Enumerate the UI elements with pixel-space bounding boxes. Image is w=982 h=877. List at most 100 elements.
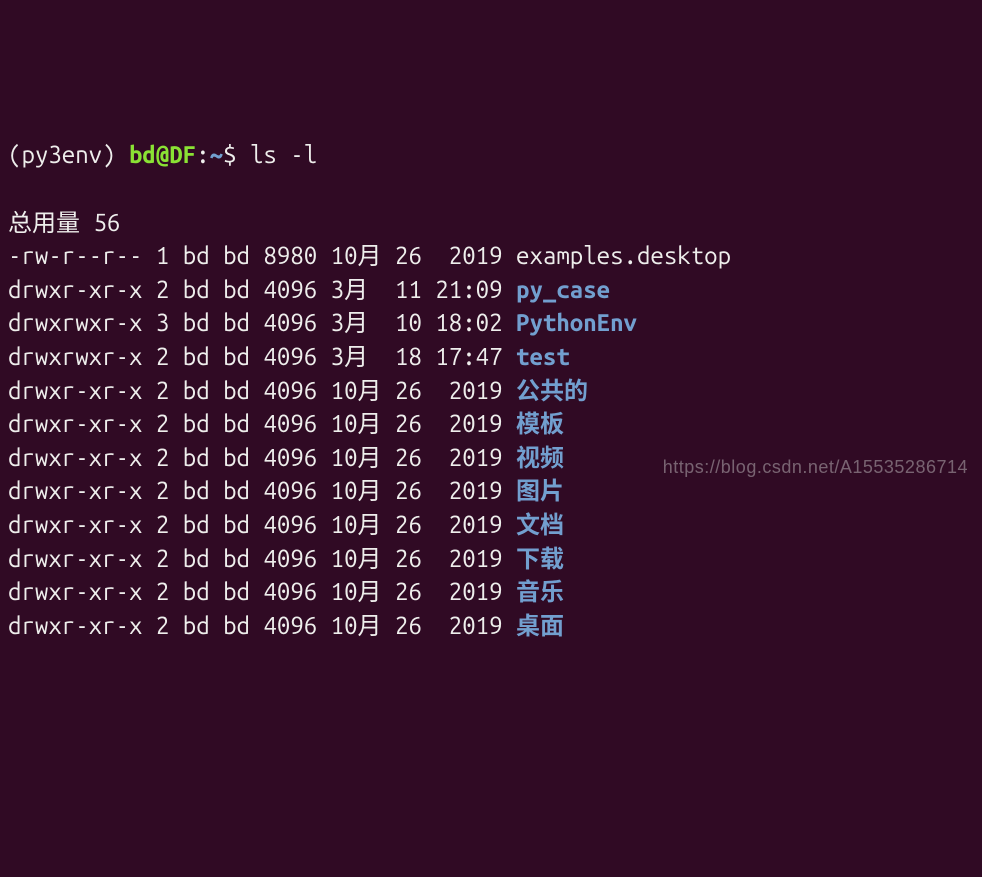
month: 3月: [331, 343, 382, 370]
size: 4096: [263, 477, 317, 504]
ls-row: drwxr-xr-x 2 bd bd 4096 10月 26 2019 公共的: [8, 374, 974, 408]
day: 26: [395, 545, 422, 572]
size: 4096: [263, 511, 317, 538]
day: 10: [395, 309, 422, 336]
permissions: drwxr-xr-x: [8, 612, 142, 639]
owner: bd: [183, 578, 210, 605]
permissions: drwxr-xr-x: [8, 444, 142, 471]
ls-row: drwxr-xr-x 2 bd bd 4096 10月 26 2019 文档: [8, 508, 974, 542]
day: 26: [395, 612, 422, 639]
ls-row: drwxr-xr-x 2 bd bd 4096 10月 26 2019 音乐: [8, 575, 974, 609]
ls-row: -rw-r--r-- 1 bd bd 8980 10月 26 2019 exam…: [8, 239, 974, 273]
filename-directory: 下载: [516, 545, 564, 572]
owner: bd: [183, 612, 210, 639]
owner: bd: [183, 477, 210, 504]
filename-directory: 文档: [516, 511, 564, 538]
ls-row: drwxrwxr-x 2 bd bd 4096 3月 18 17:47 test: [8, 340, 974, 374]
group: bd: [223, 511, 250, 538]
owner: bd: [183, 276, 210, 303]
day: 18: [395, 343, 422, 370]
filename-directory: PythonEnv: [516, 309, 637, 336]
link-count: 2: [156, 477, 169, 504]
ls-row: drwxr-xr-x 2 bd bd 4096 10月 26 2019 视频: [8, 441, 974, 475]
link-count: 3: [156, 309, 169, 336]
prompt-command: ls -l: [250, 141, 317, 168]
group: bd: [223, 242, 250, 269]
size: 4096: [263, 545, 317, 572]
ls-total-line: 总用量 56: [8, 209, 120, 236]
time-or-year: 21:09: [435, 276, 502, 303]
month: 10月: [331, 612, 382, 639]
time-or-year: 2019: [435, 578, 502, 605]
group: bd: [223, 309, 250, 336]
owner: bd: [183, 444, 210, 471]
size: 4096: [263, 410, 317, 437]
month: 10月: [331, 242, 382, 269]
permissions: drwxrwxr-x: [8, 309, 142, 336]
day: 26: [395, 410, 422, 437]
owner: bd: [183, 511, 210, 538]
filename-file: examples.desktop: [516, 242, 731, 269]
filename-directory: 模板: [516, 410, 564, 437]
link-count: 1: [156, 242, 169, 269]
time-or-year: 2019: [435, 377, 502, 404]
ls-output: -rw-r--r-- 1 bd bd 8980 10月 26 2019 exam…: [8, 239, 974, 642]
month: 10月: [331, 578, 382, 605]
day: 26: [395, 578, 422, 605]
permissions: drwxr-xr-x: [8, 511, 142, 538]
filename-directory: 视频: [516, 444, 564, 471]
group: bd: [223, 343, 250, 370]
day: 26: [395, 242, 422, 269]
month: 3月: [331, 309, 382, 336]
owner: bd: [183, 309, 210, 336]
ls-row: drwxrwxr-x 3 bd bd 4096 3月 10 18:02 Pyth…: [8, 306, 974, 340]
link-count: 2: [156, 410, 169, 437]
link-count: 2: [156, 511, 169, 538]
link-count: 2: [156, 612, 169, 639]
permissions: drwxrwxr-x: [8, 343, 142, 370]
ls-row: drwxr-xr-x 2 bd bd 4096 10月 26 2019 桌面: [8, 609, 974, 643]
prompt-path: ~: [210, 141, 223, 168]
ls-row: drwxr-xr-x 2 bd bd 4096 3月 11 21:09 py_c…: [8, 273, 974, 307]
group: bd: [223, 444, 250, 471]
filename-directory: test: [516, 343, 570, 370]
owner: bd: [183, 242, 210, 269]
owner: bd: [183, 377, 210, 404]
group: bd: [223, 612, 250, 639]
link-count: 2: [156, 377, 169, 404]
filename-directory: 公共的: [516, 377, 588, 404]
group: bd: [223, 477, 250, 504]
permissions: -rw-r--r--: [8, 242, 142, 269]
group: bd: [223, 410, 250, 437]
prompt-user-host: bd@DF: [129, 141, 196, 168]
filename-directory: 桌面: [516, 612, 564, 639]
permissions: drwxr-xr-x: [8, 545, 142, 572]
day: 26: [395, 511, 422, 538]
time-or-year: 2019: [435, 511, 502, 538]
group: bd: [223, 578, 250, 605]
prompt-env: (py3env): [8, 141, 129, 168]
owner: bd: [183, 343, 210, 370]
ls-row: drwxr-xr-x 2 bd bd 4096 10月 26 2019 模板: [8, 407, 974, 441]
day: 11: [395, 276, 422, 303]
permissions: drwxr-xr-x: [8, 578, 142, 605]
month: 10月: [331, 377, 382, 404]
time-or-year: 2019: [435, 545, 502, 572]
link-count: 2: [156, 444, 169, 471]
day: 26: [395, 477, 422, 504]
time-or-year: 2019: [435, 477, 502, 504]
ls-row: drwxr-xr-x 2 bd bd 4096 10月 26 2019 图片: [8, 474, 974, 508]
month: 10月: [331, 545, 382, 572]
time-or-year: 18:02: [435, 309, 502, 336]
time-or-year: 2019: [435, 444, 502, 471]
ls-row: drwxr-xr-x 2 bd bd 4096 10月 26 2019 下载: [8, 542, 974, 576]
filename-directory: 图片: [516, 477, 564, 504]
group: bd: [223, 276, 250, 303]
prompt-line[interactable]: (py3env) bd@DF:~$ ls -l: [8, 138, 974, 172]
time-or-year: 2019: [435, 612, 502, 639]
group: bd: [223, 545, 250, 572]
link-count: 2: [156, 545, 169, 572]
group: bd: [223, 377, 250, 404]
size: 4096: [263, 377, 317, 404]
size: 4096: [263, 444, 317, 471]
